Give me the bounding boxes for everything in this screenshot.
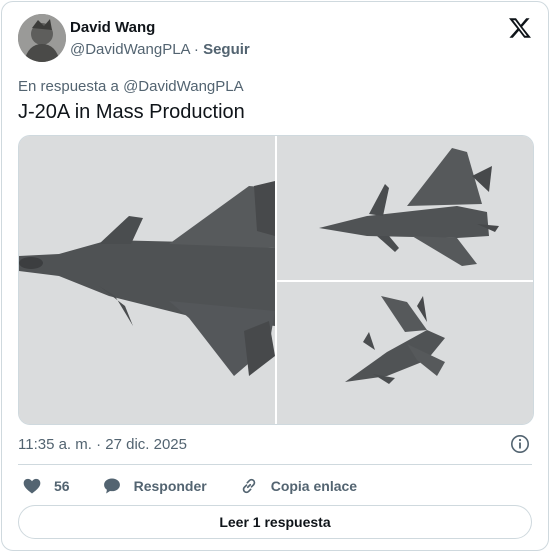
like-count: 56 <box>54 478 70 494</box>
reply-label: Responder <box>133 478 207 494</box>
info-icon[interactable] <box>510 434 530 454</box>
media-grid <box>18 135 534 425</box>
media-photo-1[interactable] <box>19 136 275 424</box>
tweet-text: J-20A in Mass Production <box>18 101 245 123</box>
divider <box>18 464 532 465</box>
author-handle[interactable]: @DavidWangPLA <box>70 41 190 58</box>
avatar[interactable] <box>18 14 66 62</box>
link-icon <box>242 478 255 494</box>
reply-button[interactable]: Responder <box>98 476 207 496</box>
tweet-actions: 56 Responder Copia enlace <box>18 474 385 498</box>
like-button[interactable]: 56 <box>18 476 70 496</box>
heart-icon <box>23 478 41 494</box>
avatar-image <box>18 14 66 62</box>
reply-bubble-icon <box>103 478 120 494</box>
author-handle-line: @DavidWangPLA · Seguir <box>70 41 250 58</box>
tweet-card: David Wang @DavidWangPLA · Seguir En res… <box>1 1 549 551</box>
handle-separator: · <box>189 41 204 58</box>
x-logo-icon[interactable] <box>508 16 532 40</box>
copy-link-button[interactable]: Copia enlace <box>235 476 357 496</box>
tweet-timestamp[interactable]: 11:35 a. m. · 27 dic. 2025 <box>18 436 187 453</box>
read-replies-button[interactable]: Leer 1 respuesta <box>18 505 532 539</box>
media-photo-3[interactable] <box>277 282 533 424</box>
author-name[interactable]: David Wang <box>70 19 155 36</box>
tweet-header: David Wang @DavidWangPLA · Seguir <box>18 14 532 66</box>
fighter-jet-flying-photo <box>277 136 533 280</box>
fighter-jet-banking-photo <box>277 282 533 424</box>
media-photo-2[interactable] <box>277 136 533 280</box>
fighter-jet-closeup-photo <box>19 136 275 424</box>
follow-button[interactable]: Seguir <box>203 41 250 58</box>
reply-context[interactable]: En respuesta a @DavidWangPLA <box>18 78 244 95</box>
copy-link-label: Copia enlace <box>270 478 358 494</box>
